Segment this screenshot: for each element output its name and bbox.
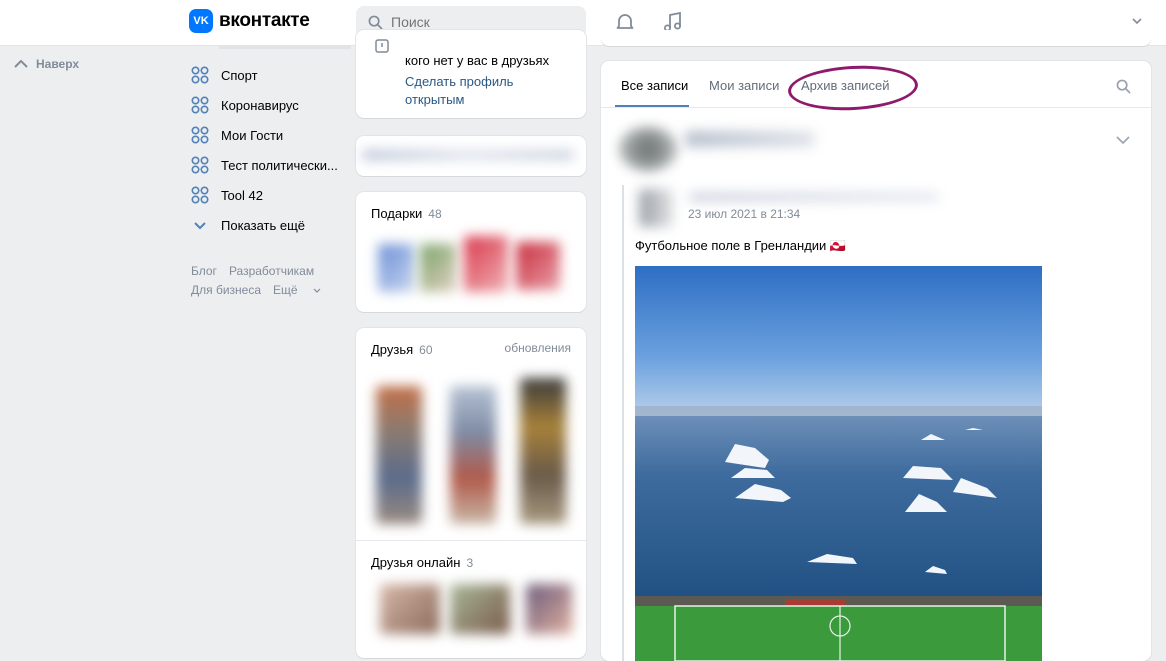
vk-logo-icon: VK bbox=[189, 9, 213, 33]
friend-avatar[interactable] bbox=[520, 378, 566, 524]
friends-updates-link[interactable]: обновления bbox=[505, 341, 571, 355]
footer-links: Блог Разработчикам Для бизнеса Ещё bbox=[191, 262, 333, 300]
gift-image bbox=[420, 244, 456, 292]
gifts-count: 48 bbox=[428, 207, 442, 221]
friends-count: 60 bbox=[419, 343, 433, 357]
search-icon bbox=[368, 15, 383, 29]
apps-icon bbox=[191, 66, 209, 84]
tab-all-posts[interactable]: Все записи bbox=[621, 78, 688, 93]
gifts-title: Подарки bbox=[371, 206, 423, 221]
nav-item-label: Спорт bbox=[221, 67, 258, 83]
repost-line bbox=[622, 185, 624, 661]
footer-link-blog[interactable]: Блог bbox=[191, 264, 217, 278]
nav-item-label: Тест политически... bbox=[221, 157, 338, 173]
lock-icon bbox=[375, 39, 389, 53]
chevron-down-icon[interactable] bbox=[1116, 135, 1130, 145]
author-avatar[interactable] bbox=[619, 127, 677, 171]
nav-item-coronavirus[interactable]: Коронавирус bbox=[191, 90, 351, 120]
scroll-to-top-label: Наверх bbox=[36, 57, 80, 71]
greenland-field-photo bbox=[635, 266, 1042, 661]
chevron-down-icon bbox=[313, 288, 321, 293]
friends-title: Друзья bbox=[371, 342, 414, 357]
repost-author-name[interactable] bbox=[689, 193, 939, 201]
footer-link-developers[interactable]: Разработчикам bbox=[229, 264, 314, 278]
footer-link-business[interactable]: Для бизнеса bbox=[191, 283, 261, 297]
nav-item-my-guests[interactable]: Мои Гости bbox=[191, 120, 351, 150]
nav-item-tool42[interactable]: Tool 42 bbox=[191, 180, 351, 210]
gifts-header: Подарки 48 bbox=[371, 205, 442, 223]
search-input[interactable] bbox=[389, 13, 573, 31]
friends-card: Друзья 60 обновления Друзья онлайн 3 bbox=[356, 328, 586, 658]
blurred-content bbox=[362, 150, 574, 160]
footer-link-more[interactable]: Ещё bbox=[273, 283, 321, 297]
search-icon[interactable] bbox=[1116, 79, 1131, 94]
nav-item-political-test[interactable]: Тест политически... bbox=[191, 150, 351, 180]
privacy-text: кого нет у вас в друзьях bbox=[405, 53, 550, 68]
left-nav: Спорт Коронавирус Мои Гости Тест политич… bbox=[191, 60, 351, 240]
friend-online-avatar[interactable] bbox=[526, 584, 572, 634]
gifts-card[interactable]: Подарки 48 bbox=[356, 192, 586, 312]
apps-icon bbox=[191, 96, 209, 114]
friend-avatar[interactable] bbox=[376, 386, 422, 524]
gift-image bbox=[464, 236, 508, 292]
friend-online-avatar[interactable] bbox=[380, 584, 440, 634]
previous-block bbox=[601, 30, 1151, 46]
author-name[interactable] bbox=[685, 131, 815, 147]
show-more-button[interactable]: Показать ещё bbox=[191, 210, 351, 240]
friend-avatar[interactable] bbox=[450, 386, 496, 524]
wall-feed: Все записи Мои записи Архив записей 23 и… bbox=[601, 61, 1151, 661]
nav-divider bbox=[219, 46, 351, 49]
nav-item-label: Мои Гости bbox=[221, 127, 284, 143]
friends-online-header[interactable]: Друзья онлайн 3 bbox=[371, 554, 473, 572]
apps-icon bbox=[191, 186, 209, 204]
friend-online-avatar[interactable] bbox=[450, 584, 510, 634]
tab-my-posts[interactable]: Мои записи bbox=[709, 78, 779, 93]
friends-divider bbox=[356, 540, 586, 541]
repost-avatar[interactable] bbox=[639, 189, 673, 227]
make-profile-open-link[interactable]: Сделать профиль открытым bbox=[405, 73, 535, 109]
apps-icon bbox=[191, 156, 209, 174]
nav-item-sport[interactable]: Спорт bbox=[191, 60, 351, 90]
footer-link-more-label: Ещё bbox=[273, 283, 298, 297]
post-text: Футбольное поле в Гренландии 🇬🇱 bbox=[635, 238, 847, 253]
post-photo[interactable] bbox=[635, 266, 1042, 661]
annotation-circle bbox=[786, 62, 920, 114]
friends-online-count: 3 bbox=[466, 556, 474, 570]
gift-image bbox=[516, 242, 560, 290]
privacy-card: кого нет у вас в друзьях Сделать профиль… bbox=[356, 30, 586, 118]
apps-icon bbox=[191, 126, 209, 144]
wall-tabs: Все записи Мои записи Архив записей bbox=[601, 61, 1151, 114]
nav-item-label: Tool 42 bbox=[221, 187, 263, 203]
chevron-down-icon[interactable] bbox=[1131, 15, 1143, 27]
friends-online-title: Друзья онлайн bbox=[371, 555, 461, 570]
post-date[interactable]: 23 июл 2021 в 21:34 bbox=[688, 207, 800, 221]
scroll-to-top-button[interactable]: Наверх bbox=[14, 57, 79, 71]
gift-image bbox=[378, 244, 414, 292]
show-more-label: Показать ещё bbox=[221, 217, 306, 233]
nav-item-label: Коронавирус bbox=[221, 97, 299, 113]
chevron-up-icon bbox=[14, 59, 28, 68]
vk-logo-text: вконтакте bbox=[219, 10, 310, 31]
blurred-card bbox=[356, 136, 586, 176]
friends-header[interactable]: Друзья 60 bbox=[371, 341, 433, 359]
active-tab-indicator bbox=[615, 105, 689, 107]
chevron-down-icon bbox=[194, 222, 206, 230]
vk-logo[interactable]: VK вконтакте bbox=[189, 9, 310, 33]
